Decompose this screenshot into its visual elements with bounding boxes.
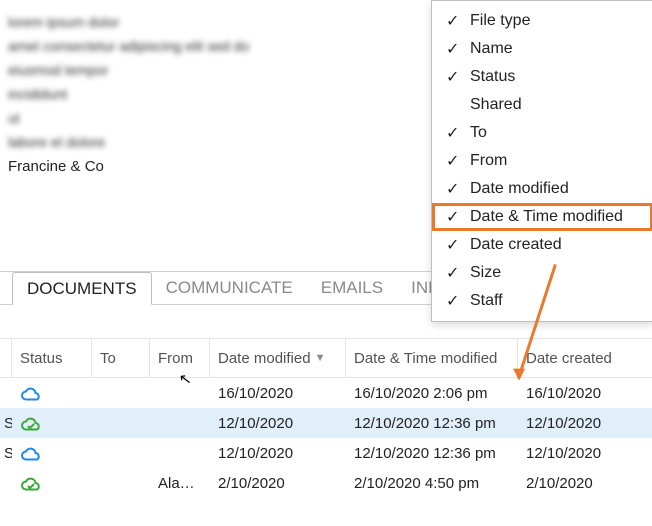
table-row[interactable]: S… 12/10/202012/10/2020 12:36 pm12/10/202…	[0, 408, 652, 438]
column-picker-item-label: Size	[470, 264, 643, 282]
column-header-blank[interactable]	[0, 339, 12, 377]
client-list: lorem ipsum dolor amet consectetur adipi…	[0, 0, 420, 260]
column-picker-menu: ✓File type✓Name✓StatusShared✓To✓From✓Dat…	[431, 0, 652, 322]
cell-date-created: 16/10/2020	[518, 385, 652, 402]
check-icon: ✓	[446, 263, 470, 283]
column-header-status[interactable]: Status	[12, 339, 92, 377]
cell-date-modified: 12/10/2020	[210, 445, 346, 462]
cell-date-modified: 12/10/2020	[210, 415, 346, 432]
client-list-item: lorem ipsum dolor	[8, 14, 412, 30]
cell-date-time-modified: 2/10/2020 4:50 pm	[346, 475, 518, 492]
cell-date-created: 12/10/2020	[518, 445, 652, 462]
column-picker-item-label: File type	[470, 12, 643, 30]
column-header-from[interactable]: From	[150, 339, 210, 377]
tab-emails[interactable]: EMAILS	[307, 272, 397, 304]
column-header-date-time-modified[interactable]: Date & Time modified	[346, 339, 518, 377]
column-picker-item[interactable]: ✓To	[432, 119, 652, 147]
table-row[interactable]: Ala…2/10/20202/10/2020 4:50 pm2/10/2020	[0, 468, 652, 498]
column-header-label: Date modified	[218, 350, 311, 367]
tab-communicate[interactable]: COMMUNICATE	[152, 272, 307, 304]
column-picker-item[interactable]: ✓Date & Time modified	[432, 203, 652, 231]
check-icon: ✓	[446, 235, 470, 255]
check-icon: ✓	[446, 179, 470, 199]
column-header-date-created[interactable]: Date created	[518, 339, 652, 377]
column-picker-item[interactable]: ✓File type	[432, 7, 652, 35]
column-header-date-modified[interactable]: Date modified ▼	[210, 339, 346, 377]
cell-date-time-modified: 12/10/2020 12:36 pm	[346, 445, 518, 462]
cell-date-modified: 16/10/2020	[210, 385, 346, 402]
table-row[interactable]: S… 12/10/202012/10/2020 12:36 pm12/10/202…	[0, 438, 652, 468]
column-header-to[interactable]: To	[92, 339, 150, 377]
client-list-item-selected[interactable]: Francine & Co	[8, 158, 412, 175]
status-icon	[12, 414, 92, 431]
column-picker-item-label: Name	[470, 40, 643, 58]
status-icon	[12, 474, 92, 491]
client-list-item: labore et dolore	[8, 134, 412, 150]
status-icon	[12, 444, 92, 461]
column-picker-item[interactable]: ✓Name	[432, 35, 652, 63]
column-picker-item[interactable]: ✓Date created	[432, 231, 652, 259]
column-picker-item[interactable]: ✓From	[432, 147, 652, 175]
client-list-item: ut	[8, 110, 412, 126]
cell-date-created: 2/10/2020	[518, 475, 652, 492]
cell-date-time-modified: 12/10/2020 12:36 pm	[346, 415, 518, 432]
check-icon: ✓	[446, 207, 470, 227]
status-icon	[12, 384, 92, 401]
row-prefix: S…	[0, 445, 12, 462]
column-picker-item-label: Staff	[470, 292, 643, 310]
check-icon: ✓	[446, 67, 470, 87]
table-row[interactable]: 16/10/202016/10/2020 2:06 pm16/10/2020	[0, 378, 652, 408]
cell-from: Ala…	[150, 475, 210, 492]
client-list-item: amet consectetur adipiscing elit sed do	[8, 38, 412, 54]
sort-desc-icon: ▼	[315, 352, 326, 364]
column-picker-item-label: Status	[470, 68, 643, 86]
column-picker-item-label: Date & Time modified	[470, 208, 643, 226]
client-list-item: eiusmod tempor	[8, 62, 412, 78]
row-prefix: S…	[0, 415, 12, 432]
column-picker-item[interactable]: ✓Staff	[432, 287, 652, 315]
column-picker-item-label: Shared	[470, 96, 643, 114]
documents-grid: Status To From Date modified ▼ Date & Ti…	[0, 338, 652, 498]
tab-documents[interactable]: DOCUMENTS	[12, 272, 152, 305]
column-picker-item-label: Date modified	[470, 180, 643, 198]
cell-date-created: 12/10/2020	[518, 415, 652, 432]
cell-date-modified: 2/10/2020	[210, 475, 346, 492]
check-icon: ✓	[446, 11, 470, 31]
column-picker-item-label: Date created	[470, 236, 643, 254]
cell-date-time-modified: 16/10/2020 2:06 pm	[346, 385, 518, 402]
column-picker-item[interactable]: ✓Size	[432, 259, 652, 287]
check-icon: ✓	[446, 39, 470, 59]
column-picker-item[interactable]: ✓Status	[432, 63, 652, 91]
grid-header-row: Status To From Date modified ▼ Date & Ti…	[0, 338, 652, 378]
check-icon: ✓	[446, 291, 470, 311]
column-picker-item[interactable]: Shared	[432, 91, 652, 119]
check-icon: ✓	[446, 151, 470, 171]
column-picker-item[interactable]: ✓Date modified	[432, 175, 652, 203]
column-picker-item-label: To	[470, 124, 643, 142]
client-list-item: incididunt	[8, 86, 412, 102]
check-icon: ✓	[446, 123, 470, 143]
column-picker-item-label: From	[470, 152, 643, 170]
